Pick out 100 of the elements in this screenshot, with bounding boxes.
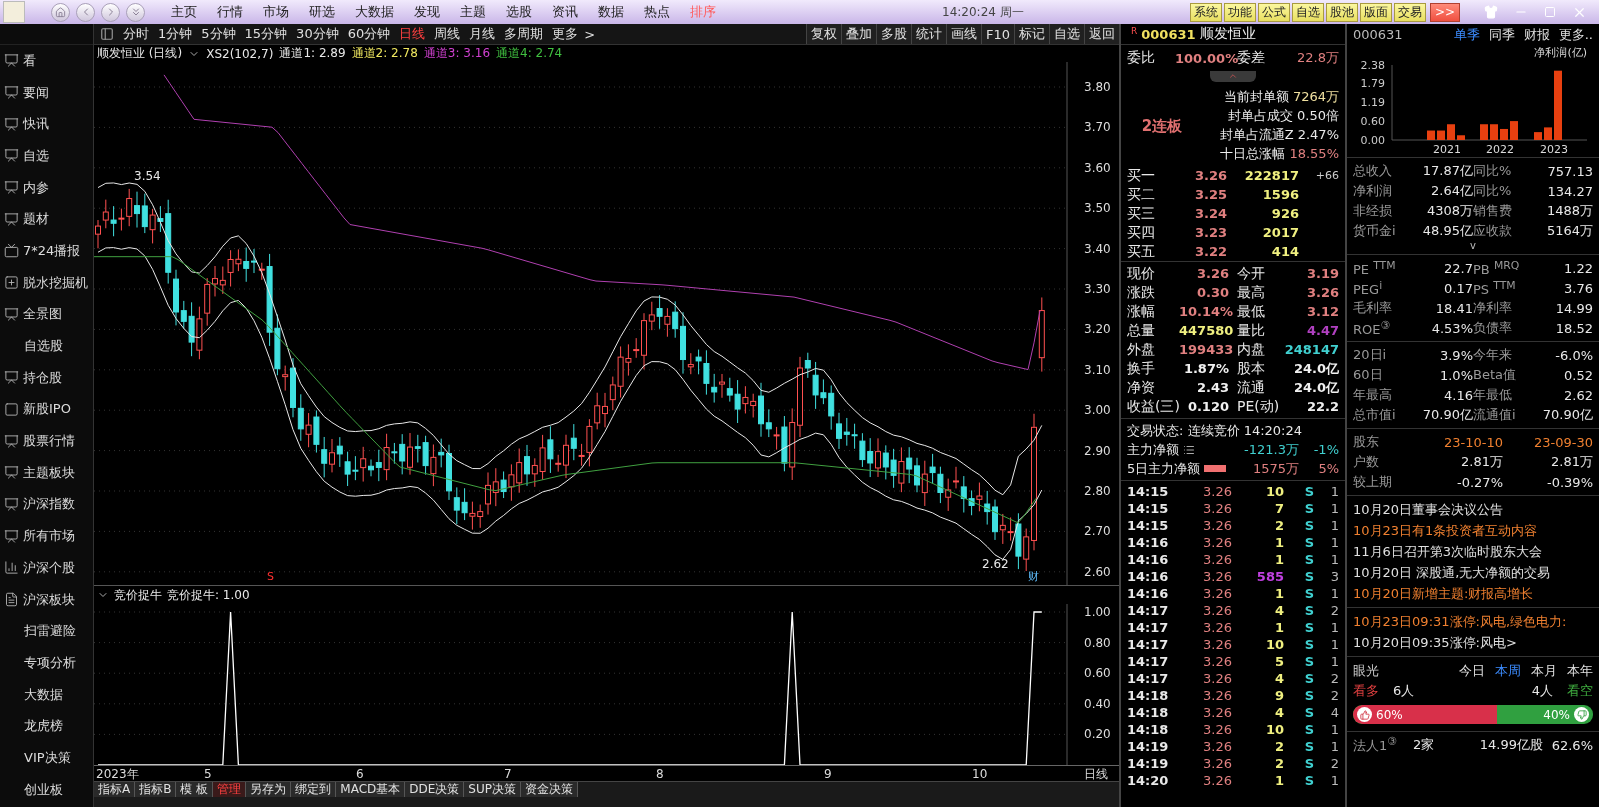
next-arrow[interactable]: > [584, 26, 596, 42]
template-tab[interactable]: SUP决策 [464, 782, 521, 797]
template-tab[interactable]: 另存为 [246, 782, 292, 797]
sidebar-item[interactable]: 持仓股 [0, 361, 93, 394]
template-tab[interactable]: 模 板 [176, 782, 214, 797]
chart-tool-button[interactable]: 标记 [1014, 24, 1049, 44]
report-tab[interactable]: 单季 [1453, 25, 1480, 44]
period-tab[interactable]: 15分钟 [244, 25, 288, 43]
sidebar-item[interactable]: VIP决策 [0, 742, 93, 774]
sidebar-item[interactable]: 扫雷避险 [0, 615, 93, 648]
sidebar-item[interactable]: 所有市场 [0, 520, 93, 552]
sidebar-item[interactable]: 创业板 [0, 773, 93, 806]
sidebar-item[interactable]: 全景图 [0, 298, 93, 331]
chart-tool-button[interactable]: 复权 [805, 24, 841, 44]
sidebar-item[interactable]: 自选 [0, 140, 93, 172]
chart-tool-button[interactable]: 画线 [945, 24, 981, 44]
sidebar-item[interactable]: 新股IPO [0, 393, 93, 426]
toolbar-button[interactable]: 功能 [1224, 2, 1256, 22]
sidebar-item[interactable]: 自选股 [0, 330, 93, 362]
news-link[interactable]: 10月20日董事会决议公告 [1347, 499, 1599, 520]
period-tab[interactable]: 今日 [1459, 661, 1485, 680]
collapse-tab[interactable] [1210, 71, 1256, 82]
toolbar-button[interactable]: 交易 [1394, 2, 1426, 22]
sidebar-item[interactable]: 沪深指数 [0, 488, 93, 521]
template-tab[interactable]: 指标B [135, 782, 177, 797]
expand-toggle[interactable]: v [1347, 241, 1599, 251]
news-link[interactable]: 10月23日有1条投资者互动内容 [1347, 520, 1599, 541]
news-link[interactable]: 10月20日新增主题:财报高增长 [1347, 583, 1599, 604]
toolbar-button[interactable]: 系统 [1190, 2, 1222, 22]
field-value: 2.81万 [1460, 453, 1503, 471]
menu-item[interactable]: 大数据 [355, 3, 394, 21]
menu-item[interactable]: 资讯 [552, 3, 578, 21]
template-tab[interactable]: 指标A [94, 782, 136, 797]
home-button[interactable] [51, 2, 70, 22]
period-tab[interactable]: 月线 [469, 25, 496, 43]
period-tab[interactable]: 本周 [1495, 661, 1521, 680]
period-tab[interactable]: 更多 [552, 25, 579, 43]
chart-tool-button[interactable]: 多股 [875, 24, 911, 44]
news-link[interactable]: 10月20日 深股通,无大净额的交易 [1347, 562, 1599, 583]
sidebar-item[interactable]: 沪深板块 [0, 583, 93, 616]
menu-item[interactable]: 发现 [414, 3, 440, 21]
sidebar-item[interactable]: 题材 [0, 203, 93, 236]
menu-item[interactable]: 选股 [506, 3, 532, 21]
period-tab[interactable]: 多周期 [504, 25, 544, 43]
menu-item[interactable]: 热点 [644, 3, 670, 21]
toolbar-button[interactable]: 股池 [1326, 2, 1358, 22]
period-tab[interactable]: 30分钟 [296, 25, 339, 43]
sidebar-item[interactable]: 专项分析 [0, 647, 93, 679]
period-tab[interactable]: 60分钟 [347, 25, 391, 43]
forward-button[interactable] [101, 2, 120, 22]
template-tab[interactable]: 管理 [213, 782, 247, 797]
chart-tool-button[interactable]: 返回 [1084, 24, 1119, 44]
menu-item[interactable]: 研选 [309, 3, 335, 21]
sidebar-item[interactable]: 看 [0, 45, 93, 77]
panel-toggle-icon[interactable] [100, 27, 114, 41]
template-tab[interactable]: 绑定到 [291, 782, 337, 797]
sidebar-item[interactable]: 内参 [0, 171, 93, 204]
sidebar-item[interactable]: 7*24播报 [0, 235, 93, 267]
menu-item[interactable]: 市场 [263, 3, 289, 21]
sidebar-item[interactable]: 脱水挖掘机 [0, 266, 93, 299]
toolbar-button[interactable]: 自选 [1292, 2, 1324, 22]
report-tab[interactable]: 同季 [1488, 25, 1515, 44]
period-tab[interactable]: 日线 [399, 25, 426, 43]
back-button[interactable] [76, 2, 95, 22]
template-tab[interactable]: 资金决策 [520, 782, 578, 797]
sidebar-item[interactable]: 快讯 [0, 108, 93, 141]
toolbar-button[interactable]: 公式 [1258, 2, 1290, 22]
menu-item[interactable]: 主页 [171, 3, 197, 21]
restore-icon[interactable] [1544, 6, 1556, 18]
chart-tool-button[interactable]: 叠加 [840, 24, 876, 44]
sidebar-item[interactable]: 沪深个股 [0, 552, 93, 584]
list-icon[interactable] [1183, 443, 1195, 456]
news-link[interactable]: 10月23日09:31涨停:风电,绿色电力: [1347, 611, 1599, 632]
tick-price: 3.26 [1202, 603, 1232, 618]
sidebar-item[interactable]: 主题板块 [0, 456, 93, 489]
news-link[interactable]: 11月6日召开第3次临时股东大会 [1347, 541, 1599, 562]
report-tab[interactable]: 更多.. [1558, 25, 1593, 44]
sidebar-item[interactable]: 大数据 [0, 678, 93, 711]
chart-tool-button[interactable]: F10 [980, 24, 1014, 44]
template-tab[interactable]: DDE决策 [405, 782, 465, 797]
chart-tool-button[interactable]: 统计 [910, 24, 946, 44]
period-tab[interactable]: 周线 [434, 25, 461, 43]
menu-item[interactable]: 行情 [217, 3, 243, 21]
expand-button[interactable] [126, 2, 145, 22]
template-tab[interactable]: MACD基本 [336, 782, 406, 797]
report-tab[interactable]: 财报 [1523, 25, 1550, 44]
period-tab[interactable]: 本月 [1531, 661, 1557, 680]
chart-tool-button[interactable]: 自选 [1049, 24, 1084, 44]
period-tab[interactable]: 分时 [123, 25, 149, 43]
sidebar-item[interactable]: 股票行情 [0, 425, 93, 457]
menu-item[interactable]: 主题 [460, 3, 486, 21]
period-tab[interactable]: 5分钟 [201, 25, 236, 43]
period-tab[interactable]: 本年 [1567, 661, 1593, 680]
menu-item[interactable]: 数据 [598, 3, 624, 21]
sidebar-item[interactable]: 要闻 [0, 76, 93, 109]
period-tab[interactable]: 1分钟 [158, 25, 193, 43]
shirt-icon[interactable] [1484, 5, 1498, 19]
news-link[interactable]: 10月20日09:35涨停:风电> [1347, 632, 1599, 653]
sidebar-item[interactable]: 龙虎榜 [0, 710, 93, 743]
toolbar-button[interactable]: 版面 [1360, 2, 1392, 22]
